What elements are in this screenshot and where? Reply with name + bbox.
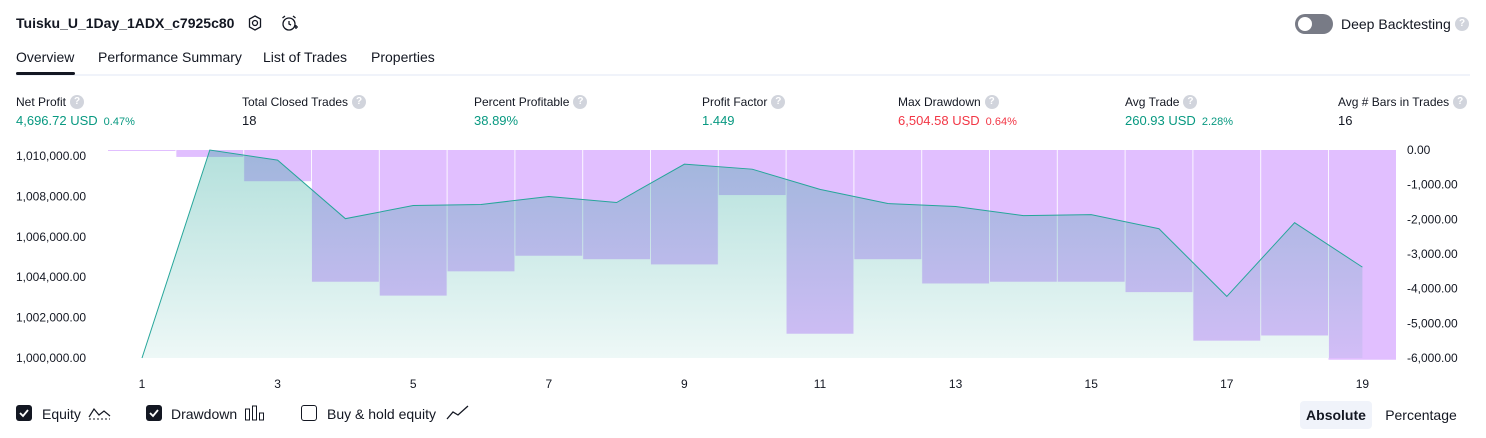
x-axis-tick-label: 1 — [139, 377, 146, 391]
equity-drawdown-chart[interactable]: 1,000,000.00 1,002,000.00 1,004,000.00 1,00… — [0, 140, 1486, 396]
tab-list-of-trades[interactable]: List of Trades — [263, 49, 347, 65]
info-icon[interactable]: ? — [573, 95, 588, 109]
check-icon — [149, 409, 159, 418]
active-tab-indicator — [16, 72, 75, 75]
x-axis-tick-label: 5 — [410, 377, 417, 391]
strategy-title: Tuisku_U_1Day_1ADX_c7925c80 — [16, 15, 235, 31]
x-axis-tick-label: 7 — [545, 377, 552, 391]
metric-value-text: 4,696.72 USD — [16, 113, 98, 128]
drawdown-checkbox[interactable] — [146, 405, 162, 421]
metric-percent: 2.28% — [1201, 116, 1234, 128]
metric-avg-bars-label: Avg # Bars in Trades ? — [1338, 95, 1468, 109]
right-axis-tick-label: -3,000.00 — [1407, 247, 1458, 261]
metric-avg-trade-value: 260.93 USD 2.28% — [1125, 113, 1233, 128]
deep-backtesting-toggle[interactable] — [1295, 14, 1333, 34]
check-icon — [19, 409, 29, 418]
left-axis-tick-label: 1,010,000.00 — [16, 149, 86, 163]
metric-label-text: Total Closed Trades — [242, 95, 349, 109]
percentage-button[interactable]: Percentage — [1380, 401, 1462, 429]
metric-value-text: 6,504.58 USD — [898, 113, 980, 128]
right-axis-tick-label: -4,000.00 — [1407, 282, 1458, 296]
equity-checkbox[interactable] — [16, 405, 32, 421]
metric-label-text: Avg Trade — [1125, 95, 1180, 109]
metric-label-text: Max Drawdown — [898, 95, 981, 109]
metric-avg-trade-label: Avg Trade ? — [1125, 95, 1198, 109]
tab-performance-summary[interactable]: Performance Summary — [98, 49, 242, 65]
right-axis-tick-label: -6,000.00 — [1407, 351, 1458, 365]
x-axis-tick-label: 15 — [1085, 377, 1099, 391]
info-icon[interactable]: ? — [1453, 95, 1468, 109]
drawdown-bars-icon — [245, 405, 264, 421]
add-alert-icon[interactable] — [279, 13, 299, 33]
x-axis-tick-label: 9 — [681, 377, 688, 391]
x-axis-tick-label: 13 — [949, 377, 963, 391]
absolute-button[interactable]: Absolute — [1300, 401, 1372, 429]
deep-backtesting-help-icon[interactable]: ? — [1455, 17, 1469, 31]
right-axis-tick-label: -2,000.00 — [1407, 212, 1458, 226]
right-axis-tick-label: -5,000.00 — [1407, 316, 1458, 330]
settings-icon-glyph — [248, 15, 262, 31]
metric-percent: 0.47% — [103, 116, 135, 128]
metric-label-text: Profit Factor — [702, 95, 768, 109]
info-icon[interactable]: ? — [70, 95, 85, 109]
metric-percent-profitable-value: 38.89% — [474, 113, 519, 128]
left-axis-tick-label: 1,004,000.00 — [16, 270, 86, 284]
left-axis-tick-label: 1,000,000.00 — [16, 351, 86, 365]
alarm-clock-plus-icon — [282, 15, 298, 31]
metric-label-text: Avg # Bars in Trades — [1338, 95, 1450, 109]
tab-divider — [16, 74, 1470, 76]
info-icon[interactable]: ? — [984, 95, 999, 109]
metric-net-profit-value: 4,696.72 USD 0.47% — [16, 113, 135, 128]
right-axis-tick-label: 0.00 — [1407, 143, 1431, 157]
metric-label-text: Percent Profitable — [474, 95, 570, 109]
deep-backtesting-label: Deep Backtesting — [1341, 16, 1451, 32]
metric-avg-bars-value: 16 — [1338, 113, 1353, 128]
metric-profit-factor-value: 1.449 — [702, 113, 735, 128]
equity-legend-label: Equity — [42, 406, 81, 422]
metric-label-text: Net Profit — [16, 95, 67, 109]
x-axis-tick-label: 17 — [1220, 377, 1234, 391]
drawdown-bar — [108, 150, 176, 151]
tab-overview[interactable]: Overview — [16, 49, 74, 65]
metric-profit-factor-label: Profit Factor ? — [702, 95, 786, 109]
metric-value-text: 260.93 USD — [1125, 113, 1196, 128]
x-axis-tick-label: 3 — [274, 377, 281, 391]
left-axis-tick-label: 1,002,000.00 — [16, 311, 86, 325]
left-axis-tick-label: 1,006,000.00 — [16, 230, 86, 244]
metric-net-profit-label: Net Profit ? — [16, 95, 85, 109]
metric-total-closed-trades-value: 18 — [242, 113, 257, 128]
drawdown-legend-label: Drawdown — [171, 406, 238, 422]
buy-hold-legend-label: Buy & hold equity — [327, 406, 436, 422]
right-axis-ticks: 0.00 -1,000.00 -2,000.00 -3,000.00 -4,000.00… — [1407, 143, 1458, 365]
buy-hold-line-icon — [446, 405, 469, 420]
left-axis-ticks: 1,000,000.00 1,002,000.00 1,004,000.00 1,00… — [16, 149, 86, 365]
right-axis-tick-label: -1,000.00 — [1407, 178, 1458, 192]
metric-percent: 0.64% — [985, 116, 1017, 128]
x-axis-tick-label: 19 — [1356, 377, 1370, 391]
left-axis-tick-label: 1,008,000.00 — [16, 189, 86, 203]
toggle-knob — [1298, 17, 1312, 31]
info-icon[interactable]: ? — [1183, 95, 1198, 109]
info-icon[interactable]: ? — [771, 95, 786, 109]
x-axis-ticks: 1 3 5 7 9 11 13 15 17 19 — [139, 377, 1370, 391]
metric-max-drawdown-value: 6,504.58 USD 0.64% — [898, 113, 1017, 128]
info-icon[interactable]: ? — [352, 95, 367, 109]
settings-icon[interactable] — [245, 13, 265, 33]
metric-percent-profitable-label: Percent Profitable ? — [474, 95, 588, 109]
tab-properties[interactable]: Properties — [371, 49, 435, 65]
metric-total-closed-trades-label: Total Closed Trades ? — [242, 95, 367, 109]
x-axis-tick-label: 11 — [814, 377, 827, 391]
metric-max-drawdown-label: Max Drawdown ? — [898, 95, 999, 109]
buy-hold-checkbox[interactable] — [301, 405, 317, 421]
equity-line-icon — [88, 407, 111, 420]
